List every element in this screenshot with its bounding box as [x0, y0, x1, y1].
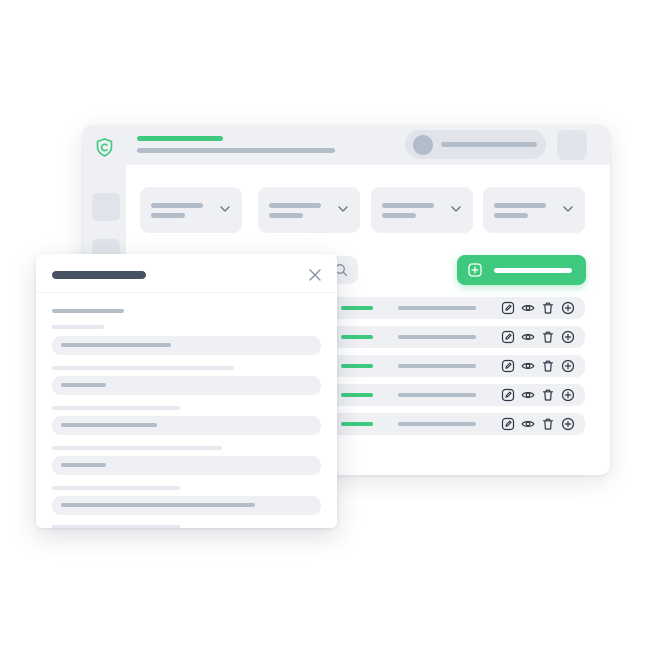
form-field-3[interactable]	[52, 416, 321, 435]
user-profile-button[interactable]	[405, 130, 546, 159]
edit-icon[interactable]	[501, 359, 515, 373]
modal-title-placeholder	[52, 271, 146, 279]
row-text-placeholder	[398, 422, 476, 426]
field-value-placeholder	[61, 463, 106, 467]
view-icon[interactable]	[521, 359, 535, 373]
filter-value-placeholder	[382, 213, 416, 218]
delete-icon[interactable]	[541, 301, 555, 315]
edit-icon[interactable]	[501, 330, 515, 344]
field-value-placeholder	[61, 423, 157, 427]
plus-square-icon	[468, 263, 482, 277]
field-label-placeholder	[52, 486, 180, 490]
status-bar-placeholder	[341, 335, 373, 339]
chevron-down-icon	[451, 206, 461, 212]
delete-icon[interactable]	[541, 359, 555, 373]
filter-dropdown-4[interactable]	[483, 187, 585, 233]
filter-dropdown-3[interactable]	[371, 187, 473, 233]
chevron-down-icon	[338, 206, 348, 212]
filter-label-placeholder	[382, 203, 434, 208]
view-icon[interactable]	[521, 330, 535, 344]
add-icon[interactable]	[561, 417, 575, 431]
field-label-placeholder	[52, 406, 180, 410]
view-icon[interactable]	[521, 301, 535, 315]
form-field-5[interactable]	[52, 496, 321, 515]
table-row[interactable]	[335, 384, 585, 406]
edit-icon[interactable]	[501, 417, 515, 431]
table-row[interactable]	[335, 413, 585, 435]
field-label-placeholder	[52, 446, 222, 450]
status-bar-placeholder	[341, 422, 373, 426]
row-text-placeholder	[398, 306, 476, 310]
field-label-placeholder	[52, 525, 180, 528]
shield-c-logo-icon[interactable]	[96, 138, 113, 157]
row-actions	[501, 417, 577, 431]
form-field-2[interactable]	[52, 376, 321, 395]
row-actions	[501, 301, 577, 315]
modal-dialog	[36, 254, 337, 528]
field-label-placeholder	[52, 366, 234, 370]
filter-value-placeholder	[494, 213, 528, 218]
view-icon[interactable]	[521, 388, 535, 402]
filter-value-placeholder	[151, 213, 185, 218]
add-icon[interactable]	[561, 359, 575, 373]
add-icon[interactable]	[561, 330, 575, 344]
table-row[interactable]	[335, 326, 585, 348]
sidebar-item-1[interactable]	[92, 193, 120, 221]
filter-dropdown-2[interactable]	[258, 187, 360, 233]
add-button-label-placeholder	[494, 268, 572, 273]
modal-section-heading-placeholder	[52, 309, 124, 313]
field-value-placeholder	[61, 503, 255, 507]
table-row[interactable]	[335, 355, 585, 377]
view-icon[interactable]	[521, 417, 535, 431]
field-value-placeholder	[61, 343, 171, 347]
chevron-down-icon	[220, 206, 230, 212]
user-name-placeholder	[441, 142, 537, 147]
chevron-down-icon	[563, 206, 573, 212]
row-text-placeholder	[398, 393, 476, 397]
close-icon[interactable]	[308, 268, 322, 282]
table-row[interactable]	[335, 297, 585, 319]
app-subtitle-placeholder	[137, 148, 335, 153]
add-new-button[interactable]	[457, 255, 586, 285]
row-text-placeholder	[398, 364, 476, 368]
field-value-placeholder	[61, 383, 106, 387]
row-actions	[501, 359, 577, 373]
filter-label-placeholder	[269, 203, 321, 208]
filter-value-placeholder	[269, 213, 303, 218]
status-bar-placeholder	[341, 393, 373, 397]
filter-label-placeholder	[494, 203, 546, 208]
status-bar-placeholder	[341, 364, 373, 368]
edit-icon[interactable]	[501, 388, 515, 402]
field-label-placeholder	[52, 325, 104, 329]
status-bar-placeholder	[341, 306, 373, 310]
delete-icon[interactable]	[541, 330, 555, 344]
add-icon[interactable]	[561, 388, 575, 402]
add-icon[interactable]	[561, 301, 575, 315]
row-actions	[501, 330, 577, 344]
form-field-1[interactable]	[52, 336, 321, 355]
title-bar	[83, 125, 610, 165]
filter-dropdown-1[interactable]	[140, 187, 242, 233]
edit-icon[interactable]	[501, 301, 515, 315]
modal-divider	[36, 292, 337, 293]
menu-button[interactable]	[557, 130, 587, 160]
delete-icon[interactable]	[541, 388, 555, 402]
filter-label-placeholder	[151, 203, 203, 208]
delete-icon[interactable]	[541, 417, 555, 431]
avatar	[413, 135, 433, 155]
row-actions	[501, 388, 577, 402]
form-field-4[interactable]	[52, 456, 321, 475]
row-text-placeholder	[398, 335, 476, 339]
app-title-placeholder	[137, 136, 223, 141]
